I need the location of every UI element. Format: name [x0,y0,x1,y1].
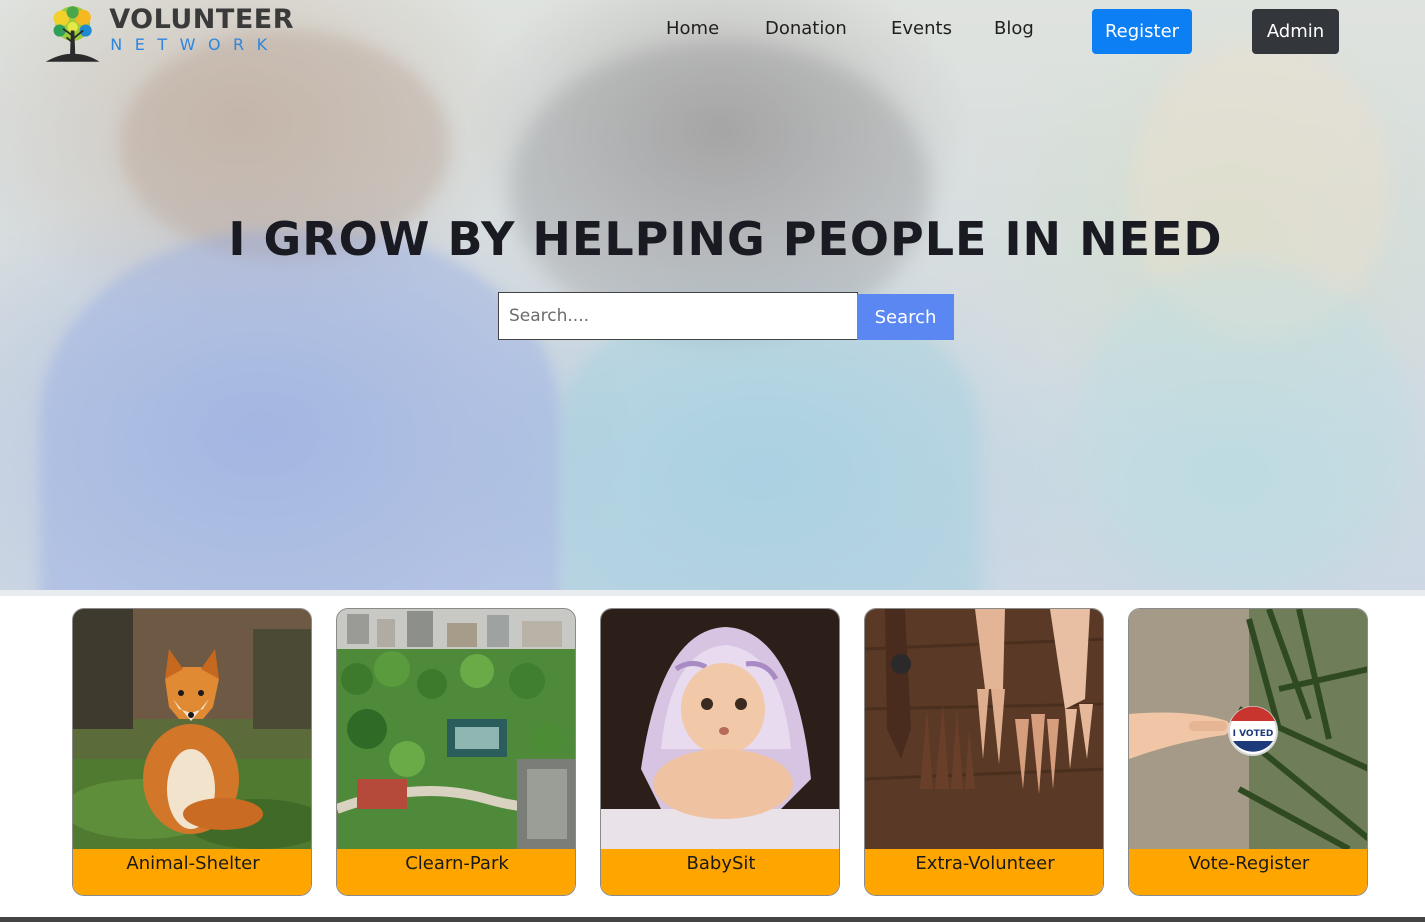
category-card-vote-register[interactable]: I VOTED Vote-Register [1128,608,1368,896]
search-button[interactable]: Search [857,294,954,340]
category-card-extra-volunteer[interactable]: Extra-Volunteer [864,608,1104,896]
fox-photo-icon [73,609,311,849]
nav-link-donation[interactable]: Donation [765,18,847,39]
nav-link-blog[interactable]: Blog [994,18,1034,39]
category-cards: Animal-Shelter Clearn-Park BabySit Extra… [72,608,1369,896]
category-label: Clearn-Park [337,849,575,895]
i-voted-sticker-photo-icon: I VOTED [1129,609,1367,849]
register-button[interactable]: Register [1092,9,1192,54]
nav-link-events[interactable]: Events [891,18,952,39]
hero-headline: I GROW BY HELPING PEOPLE IN NEED [228,212,1223,266]
svg-text:I VOTED: I VOTED [1233,729,1274,739]
footer-edge [0,917,1425,922]
category-card-animal-shelter[interactable]: Animal-Shelter [72,608,312,896]
hands-photo-icon [865,609,1103,849]
search-input[interactable] [498,292,858,340]
top-navigation: Home Donation Events Blog Register Admin [0,0,1425,64]
category-card-clearn-park[interactable]: Clearn-Park [336,608,576,896]
category-card-babysit[interactable]: BabySit [600,608,840,896]
admin-button[interactable]: Admin [1252,9,1339,54]
baby-photo-icon [601,609,839,849]
category-label: Animal-Shelter [73,849,311,895]
category-label: BabySit [601,849,839,895]
nav-link-home[interactable]: Home [666,18,719,39]
category-label: Vote-Register [1129,849,1367,895]
park-aerial-photo-icon [337,609,575,849]
category-label: Extra-Volunteer [865,849,1103,895]
section-divider [0,590,1425,596]
